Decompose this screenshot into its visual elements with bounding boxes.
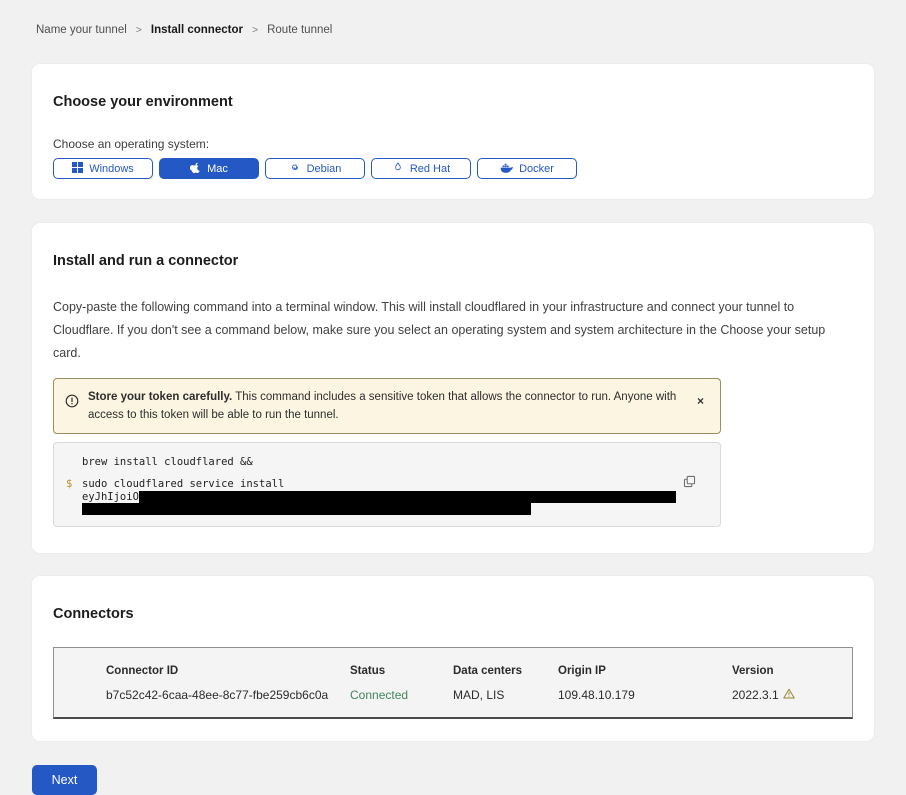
breadcrumb-separator: > — [136, 24, 142, 36]
install-connector-card: Install and run a connector Copy-paste t… — [32, 223, 874, 553]
column-header-version: Version — [732, 665, 842, 677]
breadcrumb: Name your tunnel > Install connector > R… — [0, 0, 906, 36]
os-button-row: Windows Mac Debian Red Hat Docker — [53, 158, 853, 179]
install-connector-description: Copy-paste the following command into a … — [53, 296, 853, 365]
apple-icon — [190, 161, 201, 177]
environment-card: Choose your environment Choose an operat… — [32, 64, 874, 199]
debian-icon — [289, 161, 301, 176]
version-number: 2022.3.1 — [732, 688, 779, 702]
token-redaction-bar — [139, 491, 676, 503]
token-warning-banner: Store your token carefully.This command … — [53, 378, 721, 434]
column-header-connector-id: Connector ID — [106, 665, 350, 677]
os-button-docker[interactable]: Docker — [477, 158, 577, 179]
os-button-label: Debian — [307, 163, 342, 175]
status-badge: Connected — [350, 688, 453, 702]
os-button-label: Mac — [207, 163, 228, 175]
os-button-debian[interactable]: Debian — [265, 158, 365, 179]
token-redaction-bar — [82, 503, 531, 515]
install-connector-title: Install and run a connector — [53, 253, 853, 269]
terminal-command-block: brew install cloudflared && $ sudo cloud… — [53, 442, 721, 527]
os-button-redhat[interactable]: Red Hat — [371, 158, 471, 179]
connectors-table-header-row: Connector ID Status Data centers Origin … — [106, 665, 842, 677]
connectors-table: Connector ID Status Data centers Origin … — [53, 647, 853, 719]
close-icon[interactable]: × — [693, 393, 708, 409]
data-centers-value: MAD, LIS — [453, 688, 558, 702]
origin-ip-value: 109.48.10.179 — [558, 688, 732, 702]
connector-id-value: b7c52c42-6caa-48ee-8c77-fbe259cb6c0a — [106, 688, 350, 702]
connectors-card: Connectors Connector ID Status Data cent… — [32, 576, 874, 741]
next-button[interactable]: Next — [32, 765, 97, 795]
token-line: eyJhIjoiO — [82, 491, 706, 503]
column-header-status: Status — [350, 665, 453, 677]
os-select-label: Choose an operating system: — [53, 137, 853, 151]
environment-card-title: Choose your environment — [53, 94, 853, 110]
alert-circle-icon — [65, 394, 79, 413]
os-button-label: Red Hat — [410, 163, 450, 175]
breadcrumb-step-install-connector[interactable]: Install connector — [151, 24, 243, 36]
os-button-windows[interactable]: Windows — [53, 158, 153, 179]
copy-icon[interactable] — [681, 473, 698, 493]
version-value: 2022.3.1 — [732, 688, 842, 702]
command-service-install: sudo cloudflared service install — [82, 478, 706, 490]
breadcrumb-step-name-your-tunnel[interactable]: Name your tunnel — [36, 24, 127, 36]
redhat-icon — [392, 161, 404, 176]
warning-triangle-icon — [783, 688, 795, 702]
breadcrumb-step-route-tunnel[interactable]: Route tunnel — [267, 24, 332, 36]
terminal-prompt: $ — [66, 478, 82, 515]
command-brew-install: brew install cloudflared && — [66, 456, 706, 468]
docker-icon — [500, 162, 513, 176]
os-button-label: Docker — [519, 163, 554, 175]
os-button-mac[interactable]: Mac — [159, 158, 259, 179]
table-row: b7c52c42-6caa-48ee-8c77-fbe259cb6c0a Con… — [106, 688, 842, 702]
token-prefix: eyJhIjoiO — [82, 491, 139, 503]
os-button-label: Windows — [89, 163, 134, 175]
windows-icon — [72, 162, 83, 176]
connectors-title: Connectors — [53, 606, 853, 622]
token-warning-text: Store your token carefully.This command … — [88, 388, 684, 424]
breadcrumb-separator: > — [252, 24, 258, 36]
column-header-origin-ip: Origin IP — [558, 665, 732, 677]
command-sudo-group: $ sudo cloudflared service install eyJhI… — [66, 478, 706, 515]
column-header-data-centers: Data centers — [453, 665, 558, 677]
token-warning-title: Store your token carefully. — [88, 391, 232, 403]
